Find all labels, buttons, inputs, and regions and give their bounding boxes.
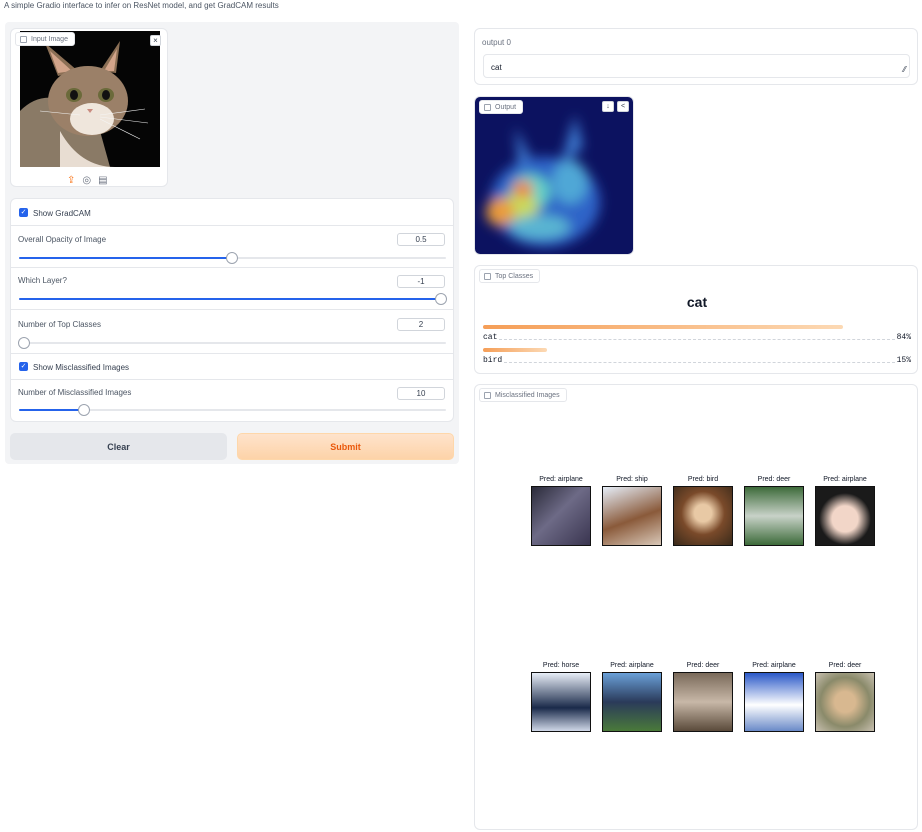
opacity-input[interactable]: 0.5 [397, 233, 445, 246]
misclassified-caption: Pred: airplane [823, 476, 867, 483]
output0-value: cat [491, 63, 502, 72]
misclassified-caption: Pred: airplane [539, 476, 583, 483]
gradcam-tag: Output [479, 100, 524, 114]
misclassified-caption: Pred: deer [686, 662, 720, 669]
opacity-slider-fill [19, 257, 233, 259]
show-gradcam-checkbox[interactable]: ✓ [19, 208, 28, 217]
num-misclassified-slider-fill [19, 409, 84, 411]
show-misclassified-checkbox[interactable]: ✓ [19, 362, 28, 371]
class-name: bird [483, 356, 503, 365]
label-icon [484, 272, 491, 280]
share-icon[interactable]: < [617, 101, 629, 112]
gradcam-label: Output [495, 103, 517, 111]
misclassified-image [531, 486, 591, 546]
top-classes-slider-thumb[interactable] [18, 337, 30, 349]
opacity-label: Overall Opacity of Image [18, 235, 107, 244]
misclassified-image [602, 672, 662, 732]
misclassified-item: Pred: airplane [601, 662, 663, 732]
class-name: cat [483, 333, 498, 342]
misclassified-image [744, 486, 804, 546]
layer-slider[interactable] [19, 293, 447, 305]
misclassified-image [673, 486, 733, 546]
input-image-block[interactable]: Input Image × ⇪ ◎ ▤ [10, 28, 168, 187]
misclassified-caption: Pred: airplane [610, 662, 654, 669]
image-icon [484, 103, 491, 111]
layer-slider-fill [19, 298, 446, 300]
class-row: bird 15% [483, 348, 911, 365]
top-classes-block: Top Classes cat cat 84% bird 15% [474, 265, 918, 374]
top-classes-slider[interactable] [18, 337, 446, 349]
misclassified-image [815, 672, 875, 732]
clipboard-icon[interactable]: ▤ [98, 175, 107, 186]
submit-button[interactable]: Submit [237, 433, 454, 460]
misclassified-label: Misclassified Images [495, 391, 560, 399]
misclassified-block: Misclassified Images Pred: airplane Pred:… [474, 384, 918, 830]
num-misclassified-slider[interactable] [19, 404, 446, 416]
misclassified-caption: Pred: bird [687, 476, 719, 483]
misclassified-item: Pred: horse [530, 662, 592, 732]
misclassified-image [602, 486, 662, 546]
num-misclassified-label: Number of Misclassified Images [18, 388, 132, 397]
misclassified-item: Pred: airplane [814, 476, 876, 546]
opacity-slider[interactable] [19, 252, 446, 264]
misclassified-tag: Misclassified Images [479, 388, 567, 402]
misclassified-caption: Pred: deer [828, 662, 862, 669]
misclassified-item: Pred: deer [814, 662, 876, 732]
top-classes-label: Number of Top Classes [18, 320, 101, 329]
image-icon [20, 35, 27, 43]
layer-slider-thumb[interactable] [435, 293, 447, 305]
misclassified-caption: Pred: deer [757, 476, 791, 483]
opacity-slider-thumb[interactable] [226, 252, 238, 264]
output0-block: output 0 cat ⁄⁄ [474, 28, 918, 85]
num-misclassified-input[interactable]: 10 [397, 387, 445, 400]
layer-input[interactable]: -1 [397, 275, 445, 288]
top-classes-input[interactable]: 2 [397, 318, 445, 331]
confidence-bar [483, 348, 547, 352]
misclassified-caption: Pred: horse [542, 662, 580, 669]
webcam-icon[interactable]: ◎ [82, 175, 91, 186]
plot-icon [484, 391, 491, 399]
class-row: cat 84% [483, 325, 911, 342]
top-classes-tag: Top Classes [479, 269, 541, 283]
show-misclassified-label: Show Misclassified Images [33, 363, 130, 372]
class-confidence: 15% [896, 356, 911, 365]
misclassified-item: Pred: bird [672, 476, 734, 546]
layer-label: Which Layer? [18, 276, 67, 285]
class-confidence: 84% [896, 333, 911, 342]
misclassified-item: Pred: airplane [530, 476, 592, 546]
gradcam-image [475, 97, 633, 254]
controls-block: ✓ Show GradCAM Overall Opacity of Image … [10, 198, 454, 422]
app-description: A simple Gradio interface to infer on Re… [4, 1, 279, 10]
predicted-class: cat [686, 294, 708, 310]
input-image-label: Input Image [31, 35, 68, 43]
show-gradcam-label: Show GradCAM [33, 209, 91, 218]
download-icon[interactable]: ↓ [602, 101, 614, 112]
input-image-tag: Input Image [15, 32, 75, 46]
upload-icon[interactable]: ⇪ [67, 175, 75, 186]
misclassified-item: Pred: airplane [743, 662, 805, 732]
top-classes-label: Top Classes [495, 272, 534, 280]
misclassified-item: Pred: ship [601, 476, 663, 546]
misclassified-item: Pred: deer [672, 662, 734, 732]
misclassified-caption: Pred: ship [616, 476, 648, 483]
misclassified-caption: Pred: airplane [752, 662, 796, 669]
resize-handle-icon[interactable]: ⁄⁄ [903, 65, 906, 74]
confidence-bar [483, 325, 843, 329]
misclassified-image [673, 672, 733, 732]
num-misclassified-slider-thumb[interactable] [78, 404, 90, 416]
gradcam-output-block: Output ↓ < [474, 96, 634, 255]
misclassified-item: Pred: deer [743, 476, 805, 546]
misclassified-image [531, 672, 591, 732]
close-icon[interactable]: × [150, 35, 161, 46]
clear-button[interactable]: Clear [10, 433, 227, 460]
input-image [20, 31, 160, 167]
output0-label: output 0 [482, 38, 511, 47]
output0-textbox[interactable]: cat ⁄⁄ [483, 54, 910, 78]
misclassified-image [744, 672, 804, 732]
misclassified-image [815, 486, 875, 546]
